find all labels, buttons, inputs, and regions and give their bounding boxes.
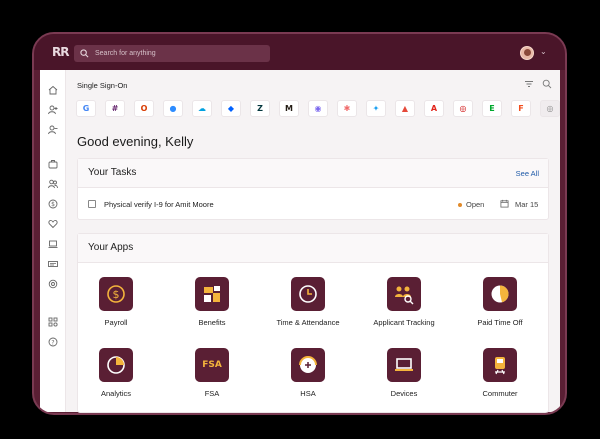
- applicant-icon: [387, 277, 421, 311]
- main-content: Single Sign-On G # O ● ☁ ◆ Z M ◉ ✱ ✦ ▲ A ◎ E F ◎ Good ev…: [66, 70, 560, 413]
- settings-icon[interactable]: [48, 276, 58, 289]
- search-placeholder: Search for anything: [95, 50, 156, 57]
- apps-card: Your Apps $ Payroll Benefits Time & Atte…: [77, 233, 549, 413]
- task-row[interactable]: Physical verify I-9 for Amit Moore Open …: [88, 197, 540, 211]
- app-devices[interactable]: Devices: [356, 348, 452, 398]
- apps-grid-icon[interactable]: [48, 314, 58, 327]
- people-icon[interactable]: [48, 176, 58, 189]
- remove-person-icon[interactable]: [48, 122, 58, 135]
- figma-icon[interactable]: F: [511, 100, 531, 117]
- tasks-title: Your Tasks: [88, 167, 137, 178]
- laptop-nav-icon[interactable]: [48, 236, 58, 248]
- zoom-icon[interactable]: ●: [163, 100, 183, 117]
- app-commuter[interactable]: Commuter: [452, 348, 548, 398]
- top-bar: RR Search for anything ⌄: [34, 34, 565, 70]
- app-label: Benefits: [198, 318, 226, 327]
- app-applicant-tracking[interactable]: Applicant Tracking: [356, 277, 452, 327]
- id-card-icon[interactable]: [48, 256, 58, 267]
- task-due-date: Mar 15: [515, 200, 539, 209]
- app-paid-time-off[interactable]: Paid Time Off: [452, 277, 548, 327]
- app-label: Analytics: [100, 389, 131, 398]
- apps-card-header: Your Apps: [78, 234, 548, 263]
- task-text: Physical verify I-9 for Amit Moore: [104, 200, 214, 209]
- app-benefits[interactable]: Benefits: [164, 277, 260, 327]
- svg-text:$: $: [51, 201, 55, 208]
- device-frame: RR Search for anything ⌄ $ ? Single Sign…: [32, 32, 567, 415]
- home-icon[interactable]: [48, 82, 58, 95]
- mailchimp-icon[interactable]: M: [279, 100, 299, 117]
- svg-text:$: $: [113, 288, 120, 301]
- benefits-icon: [195, 277, 229, 311]
- pie-chart-icon: [99, 348, 133, 382]
- dropbox-icon[interactable]: ◆: [221, 100, 241, 117]
- twitter-icon[interactable]: ✦: [366, 100, 386, 117]
- sidebar: $ ?: [40, 70, 66, 412]
- briefcase-icon[interactable]: [48, 156, 58, 169]
- app-label: Paid Time Off: [477, 318, 523, 327]
- apps-title: Your Apps: [88, 242, 134, 253]
- app-label: Payroll: [104, 318, 128, 327]
- salesforce-icon[interactable]: ☁: [192, 100, 212, 117]
- svg-text:?: ?: [51, 339, 54, 346]
- task-status: Open: [466, 200, 485, 209]
- clock-icon: [291, 277, 325, 311]
- beach-ball-icon: [483, 277, 517, 311]
- app-analytics[interactable]: Analytics: [68, 348, 164, 398]
- sso-title: Single Sign-On: [77, 81, 128, 90]
- slack-icon[interactable]: #: [105, 100, 125, 117]
- task-checkbox[interactable]: [88, 200, 96, 208]
- app-label: Applicant Tracking: [373, 318, 435, 327]
- fsa-icon-text: FSA: [202, 360, 222, 370]
- greeting: Good evening, Kelly: [77, 134, 194, 149]
- app-screen: $ ? Single Sign-On G # O ● ☁ ◆ Z M ◉ ✱ ✦ ▲ A ◎ E F ◎ Goo…: [40, 70, 560, 413]
- app-time-attendance[interactable]: Time & Attendance: [260, 277, 356, 327]
- add-person-icon[interactable]: [48, 102, 58, 115]
- sso-toolbar: [524, 79, 552, 89]
- adobe-icon[interactable]: A: [424, 100, 444, 117]
- see-all-link[interactable]: See All: [516, 169, 539, 178]
- more-icon[interactable]: ◎: [540, 100, 560, 117]
- app-label: Time & Attendance: [276, 318, 340, 327]
- app-hsa[interactable]: HSA: [260, 348, 356, 398]
- hsa-icon: [291, 348, 325, 382]
- dollar-circle-icon[interactable]: $: [48, 196, 58, 209]
- filter-icon[interactable]: [524, 79, 534, 89]
- avatar[interactable]: [520, 46, 534, 60]
- rippling-logo[interactable]: RR: [52, 45, 69, 59]
- tasks-card: Your Tasks See All Physical verify I-9 f…: [77, 158, 549, 220]
- dollar-icon: $: [99, 277, 133, 311]
- clickup-icon[interactable]: ◉: [308, 100, 328, 117]
- sso-app-list: G # O ● ☁ ◆ Z M ◉ ✱ ✦ ▲ A ◎ E F ◎: [76, 100, 560, 117]
- calendar-icon: [500, 199, 509, 208]
- asana-icon[interactable]: ✱: [337, 100, 357, 117]
- search-icon: [80, 49, 89, 58]
- zendesk-icon[interactable]: Z: [250, 100, 270, 117]
- google-icon[interactable]: G: [76, 100, 96, 117]
- help-icon[interactable]: ?: [48, 334, 58, 347]
- tasks-card-header: Your Tasks See All: [78, 159, 548, 188]
- heart-icon[interactable]: [48, 216, 58, 229]
- fsa-icon: FSA: [195, 348, 229, 382]
- app-label: FSA: [204, 389, 220, 398]
- search-input[interactable]: Search for anything: [74, 45, 270, 62]
- search-icon[interactable]: [542, 79, 552, 89]
- train-icon: [483, 348, 517, 382]
- atlassian-icon[interactable]: ▲: [395, 100, 415, 117]
- app-label: HSA: [300, 389, 316, 398]
- app-payroll[interactable]: $ Payroll: [68, 277, 164, 327]
- app-fsa[interactable]: FSA FSA: [164, 348, 260, 398]
- laptop-icon: [387, 348, 421, 382]
- app-label: Devices: [390, 389, 418, 398]
- evernote-icon[interactable]: E: [482, 100, 502, 117]
- office-icon[interactable]: O: [134, 100, 154, 117]
- target-icon[interactable]: ◎: [453, 100, 473, 117]
- chevron-down-icon[interactable]: ⌄: [540, 47, 547, 56]
- app-label: Commuter: [482, 389, 518, 398]
- status-dot-icon: [458, 203, 462, 207]
